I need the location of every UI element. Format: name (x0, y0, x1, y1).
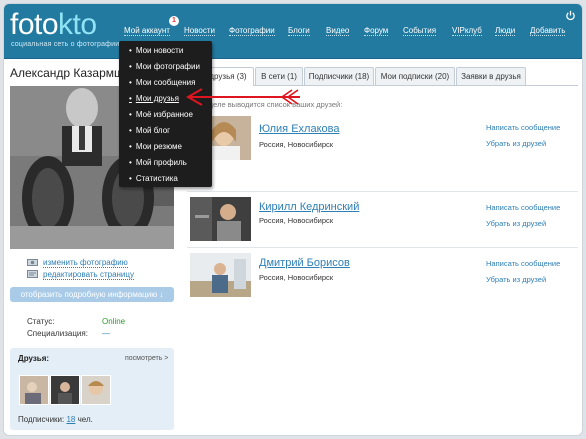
annotation-arrow-icon (185, 88, 300, 106)
status-label: Статус: (27, 317, 55, 326)
remove-friend-link[interactable]: Убрать из друзей (486, 219, 546, 228)
write-message-link[interactable]: Написать сообщение (486, 203, 560, 212)
friend-thumb[interactable] (19, 375, 49, 405)
power-icon[interactable] (565, 10, 576, 21)
site-header: fotokto социальная сеть о фотографии Мой… (4, 4, 582, 59)
write-message-link[interactable]: Написать сообщение (486, 259, 560, 268)
friend-photo[interactable] (190, 197, 251, 241)
nav-video[interactable]: Видео (326, 26, 350, 36)
friend-thumb[interactable] (50, 375, 80, 405)
menu-item-my-news[interactable]: Мои новости (129, 46, 184, 55)
friend-location: Россия, Новосибирск (259, 140, 334, 149)
edit-page-icon (27, 270, 38, 278)
friend-name-link[interactable]: Кирилл Кедринский (259, 201, 359, 213)
remove-friend-link[interactable]: Убрать из друзей (486, 275, 546, 284)
nav-news[interactable]: Новости (184, 26, 215, 36)
show-info-button[interactable]: отобразить подробную информацию ↓ (10, 287, 174, 302)
edit-page-link[interactable]: редактировать страницу (43, 270, 134, 280)
menu-item-my-favorites[interactable]: Моё избранное (129, 110, 193, 119)
tab-subscribers[interactable]: Подписчики (18) (304, 67, 374, 85)
nav-photos[interactable]: Фотографии (229, 26, 275, 36)
subscribers-count: Подписчики: 18 чел. (18, 415, 93, 424)
friend-photo[interactable] (190, 253, 251, 297)
menu-item-statistics[interactable]: Статистика (129, 174, 178, 183)
friend-name-link[interactable]: Дмитрий Борисов (259, 257, 350, 269)
nav-vipclub[interactable]: VIPклуб (452, 26, 482, 36)
nav-add[interactable]: Добавить (530, 26, 566, 36)
site-tagline: социальная сеть о фотографии (11, 41, 120, 48)
menu-item-my-friends[interactable]: Мои друзья (129, 94, 179, 103)
friend-name-link[interactable]: Юлия Ехлакова (259, 123, 339, 135)
nav-events[interactable]: События (403, 26, 437, 36)
nav-blogs[interactable]: Блоги (288, 26, 310, 36)
friends-widget-title: Друзья: (18, 354, 50, 363)
nav-forum[interactable]: Форум (364, 26, 389, 36)
friend-location: Россия, Новосибирск (259, 273, 334, 282)
tab-my-subscriptions[interactable]: Мои подписки (20) (375, 67, 455, 85)
change-photo-link[interactable]: изменить фотографию (43, 258, 128, 268)
row-divider (187, 247, 578, 248)
specialization-label: Специализация: (27, 329, 88, 338)
tab-online[interactable]: В сети (1) (255, 67, 303, 85)
friends-widget: Друзья: посмотреть > Подписчики: 18 чел. (10, 348, 174, 430)
subscribers-count-link[interactable]: 18 (66, 415, 75, 424)
nav-people[interactable]: Люди (495, 26, 516, 36)
site-logo[interactable]: fotokto (10, 10, 97, 40)
tab-friend-requests[interactable]: Заявки в друзья (456, 67, 526, 85)
camera-icon (27, 259, 38, 266)
remove-friend-link[interactable]: Убрать из друзей (486, 139, 546, 148)
menu-item-my-blog[interactable]: Мой блог (129, 126, 170, 135)
menu-item-my-resume[interactable]: Мои резюме (129, 142, 182, 151)
nav-my-account[interactable]: Мой аккаунт (124, 26, 170, 36)
profile-name: Александр Казармщ (10, 66, 124, 80)
friend-location: Россия, Новосибирск (259, 216, 334, 225)
menu-item-my-photos[interactable]: Мои фотографии (129, 62, 200, 71)
write-message-link[interactable]: Написать сообщение (486, 123, 560, 132)
menu-item-my-profile[interactable]: Мой профиль (129, 158, 187, 167)
friend-thumb[interactable] (81, 375, 111, 405)
specialization-value: — (102, 329, 110, 338)
row-divider (187, 191, 578, 192)
account-dropdown-menu: Мои новости Мои фотографии Мои сообщения… (119, 41, 212, 187)
status-value: Online (102, 317, 126, 326)
friends-see-all-link[interactable]: посмотреть > (125, 355, 168, 362)
page-frame: fotokto социальная сеть о фотографии Мой… (3, 3, 583, 436)
notification-badge[interactable]: 1 (169, 16, 179, 26)
